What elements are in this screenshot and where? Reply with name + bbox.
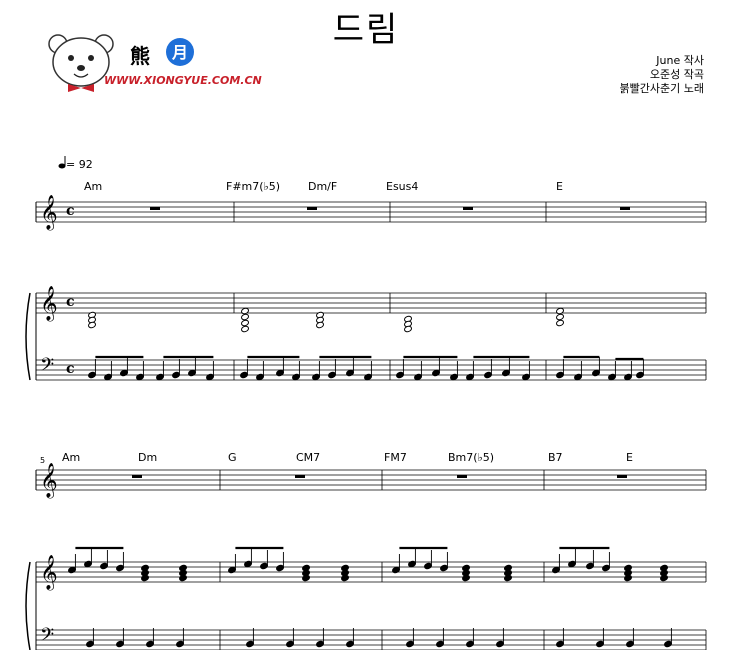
time-signature: c [66,361,75,377]
clef-icon: 𝄞 [40,286,58,322]
note-head [241,325,249,333]
whole-rest [295,475,305,478]
whole-rest [620,207,630,210]
whole-rest [617,475,627,478]
clef-icon: 𝄞 [40,555,58,591]
whole-rest [307,207,317,210]
note-head [556,307,564,315]
note-head [556,313,564,321]
note-head [241,313,249,321]
clef-icon: 𝄢 [40,625,54,650]
whole-rest [150,207,160,210]
time-signature: c [66,203,75,219]
music-score: 𝄞 c 𝄞 c 𝄢 c 𝄞 𝄞 𝄢 [25,195,707,650]
brace [25,561,31,650]
whole-rest [463,207,473,210]
clef-icon: 𝄢 [40,355,54,380]
note-head [241,319,249,327]
note-head [556,319,564,327]
whole-rest [132,475,142,478]
brace [25,292,31,381]
clef-icon: 𝄞 [40,463,58,499]
note-head [241,307,249,315]
clef-icon: 𝄞 [40,195,58,231]
whole-rest [457,475,467,478]
time-signature: c [66,294,75,310]
